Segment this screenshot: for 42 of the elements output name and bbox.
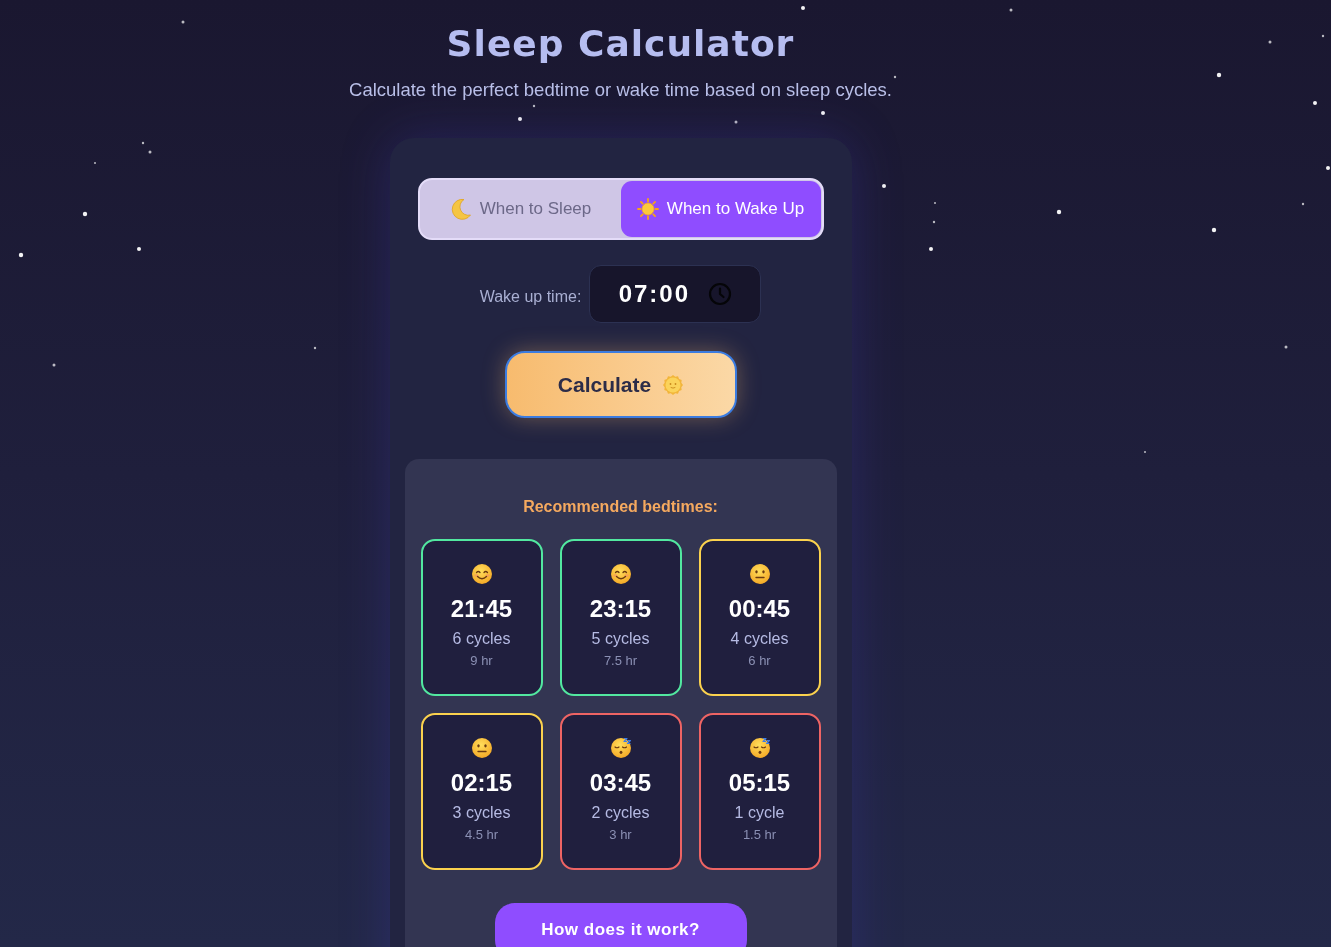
bedtime-card[interactable]: 00:45 4 cycles 6 hr: [698, 539, 821, 696]
bedtime-time: 05:15: [728, 768, 791, 798]
bedtime-card[interactable]: 02:15 3 cycles 4.5 hr: [420, 713, 543, 870]
sleeping-face-icon: [748, 737, 771, 759]
cycle-count: 1 cycle: [734, 803, 785, 823]
bedtime-time: 21:45: [450, 594, 513, 624]
cycle-count: 5 cycles: [591, 629, 650, 649]
bedtime-card[interactable]: 03:45 2 cycles 3 hr: [559, 713, 682, 870]
clock-icon: [708, 282, 732, 306]
neutral-face-icon: [748, 563, 771, 585]
sleep-duration: 4.5 hr: [464, 826, 499, 844]
sun-face-icon: [663, 374, 684, 395]
page-subtitle: Calculate the perfect bedtime or wake time based on sleep cycles.: [349, 78, 892, 102]
crescent-moon-icon: [449, 198, 472, 220]
cycle-count: 3 cycles: [452, 803, 511, 823]
sun-icon: [636, 198, 659, 220]
time-field[interactable]: 07:00: [589, 265, 762, 323]
sleeping-face-icon: [609, 737, 632, 759]
bedtime-time: 23:15: [589, 594, 652, 624]
sleep-duration: 7.5 hr: [603, 652, 638, 670]
bedtime-time: 03:45: [589, 768, 652, 798]
bedtime-card[interactable]: 05:15 1 cycle 1.5 hr: [698, 713, 821, 870]
mode-tab[interactable]: When to Wake Up: [620, 181, 821, 237]
cycle-count: 2 cycles: [591, 803, 650, 823]
wake-time-label: Wake up time:: [479, 287, 582, 307]
sleep-duration: 1.5 hr: [742, 826, 777, 844]
sleep-duration: 9 hr: [470, 652, 493, 670]
neutral-face-icon: [470, 737, 493, 759]
bedtime-card[interactable]: 23:15 5 cycles 7.5 hr: [559, 539, 682, 696]
bedtime-card[interactable]: 21:45 6 cycles 9 hr: [420, 539, 543, 696]
cycle-count: 4 cycles: [730, 629, 789, 649]
sleep-duration: 3 hr: [609, 826, 632, 844]
smiling-face-icon: [470, 563, 493, 585]
bedtime-time: 02:15: [450, 768, 513, 798]
sleep-duration: 6 hr: [748, 652, 771, 670]
results-heading: Recommended bedtimes:: [523, 497, 718, 517]
page-title: Sleep Calculator: [446, 22, 795, 66]
smiling-face-icon: [609, 563, 632, 585]
calculate-button[interactable]: Calculate: [504, 351, 737, 418]
cycle-count: 6 cycles: [452, 629, 511, 649]
help-button[interactable]: How does it work?: [494, 903, 747, 947]
bedtime-time: 00:45: [728, 594, 791, 624]
